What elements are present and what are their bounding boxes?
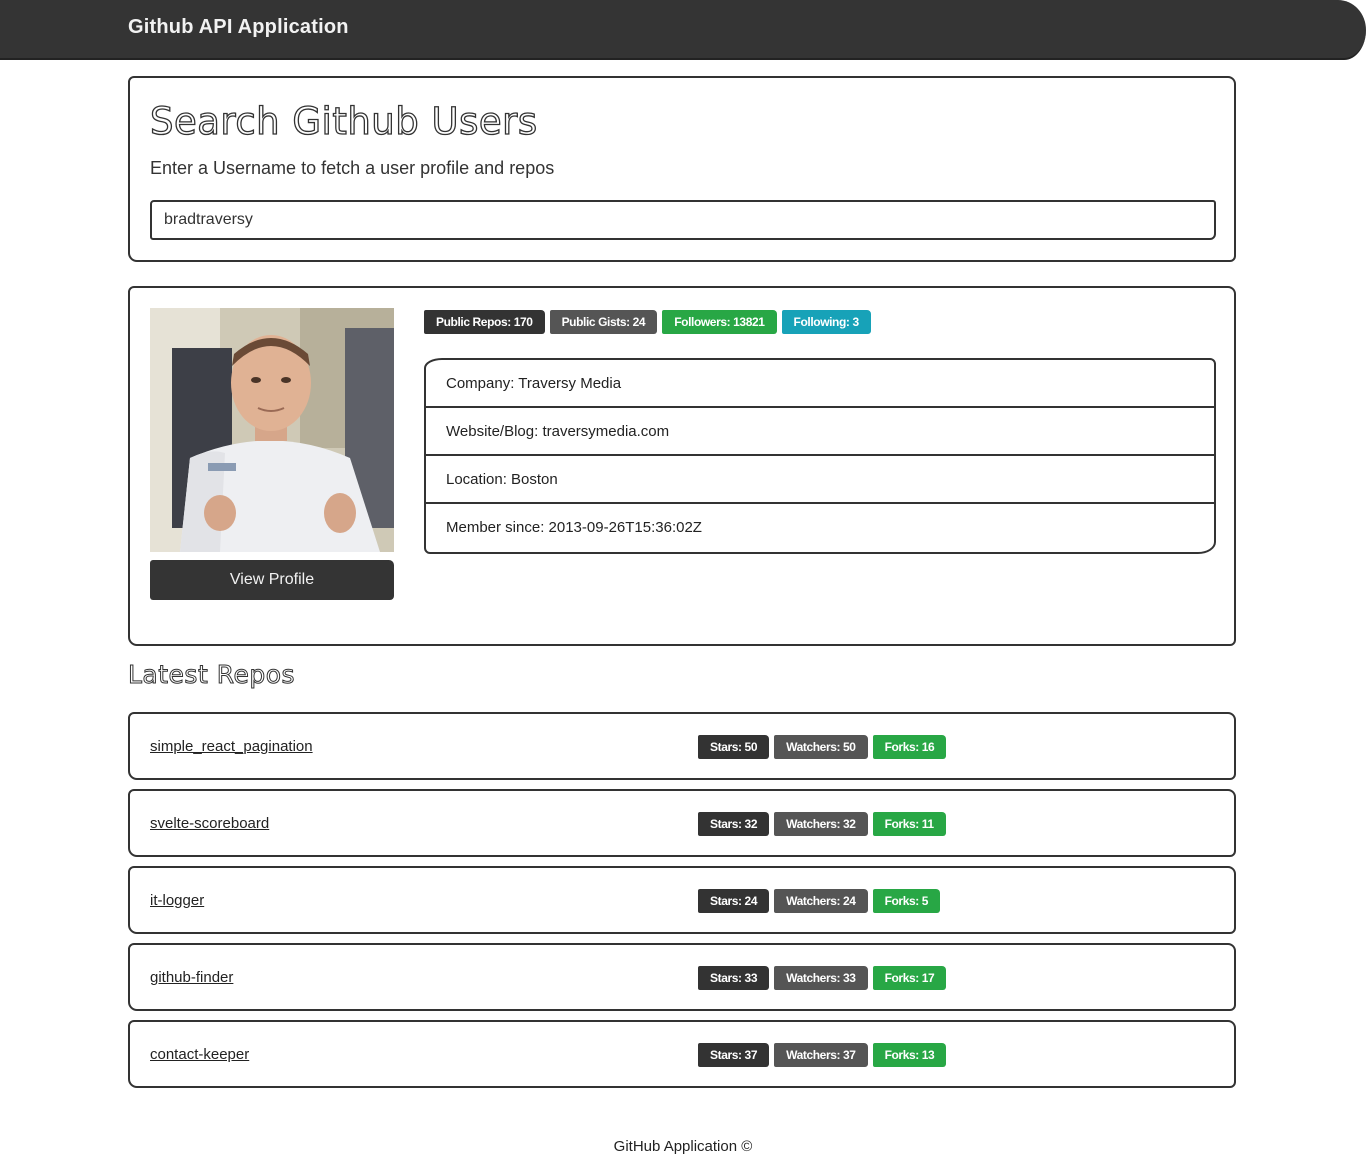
stars-badge: Stars: 37 — [698, 1043, 770, 1067]
footer: GitHub Application © — [613, 1138, 753, 1155]
repo-link[interactable]: contact-keeper — [150, 1046, 249, 1063]
profile-card: View Profile Public Repos: 170 Public Gi… — [128, 286, 1236, 646]
repo-link[interactable]: it-logger — [150, 892, 204, 909]
profile-badges: Public Repos: 170 Public Gists: 24 Follo… — [424, 310, 871, 334]
repo-link[interactable]: github-finder — [150, 969, 233, 986]
repo-badges: Stars: 50 Watchers: 50 Forks: 16 — [698, 735, 947, 759]
watchers-badge: Watchers: 24 — [774, 889, 868, 913]
navbar: Github API Application — [0, 0, 1366, 60]
repo-badges: Stars: 37 Watchers: 37 Forks: 13 — [698, 1043, 947, 1067]
forks-badge: Forks: 17 — [872, 966, 947, 990]
public-repos-badge: Public Repos: 170 — [424, 310, 545, 334]
repo-badges: Stars: 32 Watchers: 32 Forks: 11 — [698, 812, 946, 836]
forks-badge: Forks: 5 — [872, 889, 941, 913]
forks-badge: Forks: 11 — [872, 812, 946, 836]
search-input[interactable] — [150, 200, 1216, 240]
repo-card: github-finder Stars: 33 Watchers: 33 For… — [128, 943, 1236, 1011]
company-item: Company: Traversy Media — [426, 360, 1214, 408]
repo-card: simple_react_pagination Stars: 50 Watche… — [128, 712, 1236, 780]
website-item: Website/Blog: traversymedia.com — [426, 408, 1214, 456]
stars-badge: Stars: 24 — [698, 889, 770, 913]
avatar — [150, 308, 394, 552]
view-profile-button[interactable]: View Profile — [150, 560, 394, 600]
repo-link[interactable]: svelte-scoreboard — [150, 815, 269, 832]
repo-badges: Stars: 24 Watchers: 24 Forks: 5 — [698, 889, 941, 913]
watchers-badge: Watchers: 32 — [774, 812, 868, 836]
followers-badge: Followers: 13821 — [662, 310, 777, 334]
stars-badge: Stars: 32 — [698, 812, 770, 836]
public-gists-badge: Public Gists: 24 — [549, 310, 658, 334]
search-card: Search Github Users Enter a Username to … — [128, 76, 1236, 262]
forks-badge: Forks: 16 — [872, 735, 947, 759]
repo-card: it-logger Stars: 24 Watchers: 24 Forks: … — [128, 866, 1236, 934]
profile-info-list: Company: Traversy Media Website/Blog: tr… — [424, 358, 1216, 554]
following-badge: Following: 3 — [781, 310, 871, 334]
repo-badges: Stars: 33 Watchers: 33 Forks: 17 — [698, 966, 947, 990]
forks-badge: Forks: 13 — [872, 1043, 947, 1067]
search-title: Search Github Users — [149, 99, 538, 143]
repo-link[interactable]: simple_react_pagination — [150, 738, 313, 755]
location-item: Location: Boston — [426, 456, 1214, 504]
navbar-brand[interactable]: Github API Application — [128, 16, 349, 39]
avatar-photo — [150, 308, 394, 552]
watchers-badge: Watchers: 37 — [774, 1043, 868, 1067]
stars-badge: Stars: 50 — [698, 735, 770, 759]
watchers-badge: Watchers: 50 — [774, 735, 868, 759]
repo-card: contact-keeper Stars: 37 Watchers: 37 Fo… — [128, 1020, 1236, 1088]
watchers-badge: Watchers: 33 — [774, 966, 868, 990]
stars-badge: Stars: 33 — [698, 966, 770, 990]
repo-card: svelte-scoreboard Stars: 32 Watchers: 32… — [128, 789, 1236, 857]
member-since-item: Member since: 2013-09-26T15:36:02Z — [446, 519, 702, 536]
latest-repos-title: Latest Repos — [127, 660, 296, 690]
search-subtitle: Enter a Username to fetch a user profile… — [150, 158, 555, 178]
